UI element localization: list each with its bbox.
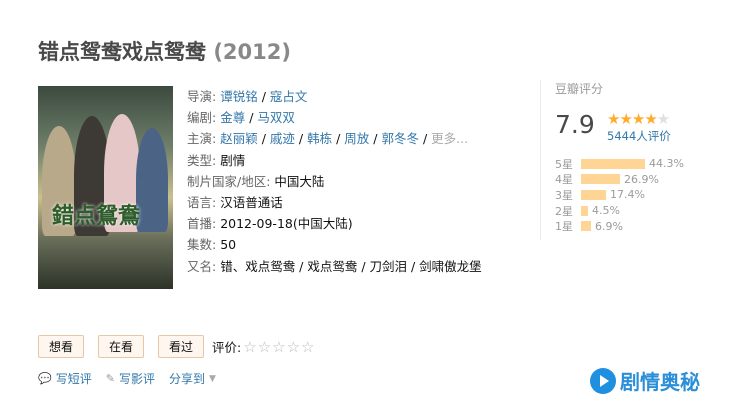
action-bar: 想看 在看 看过 评价: ☆☆☆☆☆	[38, 335, 316, 358]
want-to-watch-button[interactable]: 想看	[38, 335, 85, 358]
rating-panel: 豆瓣评分 7.9 ★★★★★ 5444人评价 5星 44.3% 4星 26.9%…	[540, 80, 715, 240]
dist-label: 2星	[555, 204, 573, 218]
rating-dist-row: 1星 6.9%	[555, 218, 684, 234]
writer-label: 编剧:	[187, 110, 217, 126]
dist-bar	[581, 221, 591, 232]
episodes-label: 集数:	[187, 237, 217, 253]
director-link[interactable]: 寇占文	[270, 89, 308, 104]
cast-link[interactable]: 郭冬冬	[381, 131, 419, 146]
dist-percent: 17.4%	[610, 188, 645, 202]
star-icon: ★★★★	[607, 110, 658, 128]
share-dropdown[interactable]: 分享到 ▼	[169, 370, 216, 387]
rating-dist-row: 5星 44.3%	[555, 156, 684, 172]
link-bar: 💬 写短评 ✎ 写影评 分享到 ▼	[38, 370, 230, 387]
genre-label: 类型:	[187, 152, 217, 168]
write-short-review-link[interactable]: 💬 写短评	[38, 370, 92, 387]
country-value: 中国大陆	[274, 173, 325, 189]
premiere-value: 2012-09-18(中国大陆)	[220, 216, 353, 232]
rating-dist-row: 2星 4.5%	[555, 203, 684, 219]
dist-bar	[581, 205, 588, 216]
info-panel: 导演: 谭锐铭 / 寇占文 编剧: 金尊 / 马双双 主演: 赵丽颖 / 戚迹 …	[187, 86, 482, 277]
writer-link[interactable]: 金尊	[220, 110, 245, 125]
country-label: 制片国家/地区:	[187, 173, 271, 189]
watermark-text: 剧情奥秘	[620, 370, 700, 394]
dist-label: 5星	[555, 157, 573, 171]
cast-link[interactable]: 周放	[344, 131, 369, 146]
cast-link[interactable]: 戚迹	[270, 131, 295, 146]
short-review-label: 写短评	[55, 372, 92, 386]
dist-bar	[581, 189, 606, 200]
cast-link[interactable]: 韩栋	[307, 131, 332, 146]
watermark-logo: 剧情奥秘	[590, 366, 700, 395]
evaluate-label: 评价:	[212, 340, 242, 355]
premiere-label: 首播:	[187, 216, 217, 232]
page-title: 错点鸳鸯戏点鸳鸯 (2012)	[38, 36, 291, 66]
evaluate-stars[interactable]: ☆☆☆☆☆	[243, 338, 315, 356]
rating-header: 豆瓣评分	[555, 82, 604, 96]
language-value: 汉语普通话	[220, 195, 283, 211]
aka-value: 错、戏点鸳鸯 / 戏点鸳鸯 / 刀剑泪 / 剑啸傲龙堡	[220, 258, 482, 274]
aka-label: 又名:	[187, 258, 217, 274]
country-row: 制片国家/地区: 中国大陆	[187, 171, 482, 192]
dist-label: 1星	[555, 220, 573, 234]
episodes-value: 50	[220, 237, 237, 253]
cast-link[interactable]: 赵丽颖	[220, 131, 258, 146]
dist-percent: 4.5%	[592, 204, 620, 218]
rating-dist-row: 4星 26.9%	[555, 172, 684, 188]
play-logo-icon	[590, 367, 616, 394]
dist-label: 3星	[555, 188, 573, 202]
writer-row: 编剧: 金尊 / 马双双	[187, 110, 295, 126]
rating-count: 5444人评价	[607, 128, 671, 144]
chevron-down-icon: ▼	[208, 373, 216, 384]
aka-row: 又名: 错、戏点鸳鸯 / 戏点鸳鸯 / 刀剑泪 / 剑啸傲龙堡	[187, 256, 482, 277]
language-label: 语言:	[187, 195, 217, 211]
cast-row: 主演: 赵丽颖 / 戚迹 / 韩栋 / 周放 / 郭冬冬 / 更多...	[187, 131, 469, 147]
rating-stars: ★★★★★	[607, 110, 670, 128]
dist-percent: 26.9%	[624, 172, 659, 186]
watched-button[interactable]: 看过	[158, 335, 205, 358]
more-cast-link[interactable]: 更多...	[431, 131, 468, 146]
writer-link[interactable]: 马双双	[257, 110, 295, 125]
language-row: 语言: 汉语普通话	[187, 192, 482, 213]
episodes-row: 集数: 50	[187, 234, 482, 255]
dist-label: 4星	[555, 173, 573, 187]
rating-dist-row: 3星 17.4%	[555, 187, 684, 203]
genre-value: 剧情	[220, 152, 246, 168]
watching-button[interactable]: 在看	[98, 335, 145, 358]
pencil-icon: ✎	[105, 372, 115, 385]
dist-bar	[581, 174, 620, 185]
genre-row: 类型: 剧情	[187, 150, 482, 171]
write-review-link[interactable]: ✎ 写影评	[106, 370, 155, 387]
dist-percent: 44.3%	[649, 157, 684, 171]
star-empty-icon: ★	[656, 110, 670, 128]
share-label: 分享到	[168, 372, 205, 386]
director-link[interactable]: 谭锐铭	[220, 89, 258, 104]
director-label: 导演:	[187, 89, 217, 104]
rating-count-link[interactable]: 5444人评价	[607, 129, 671, 143]
rating-score: 7.9	[555, 110, 595, 139]
director-row: 导演: 谭锐铭 / 寇占文	[187, 89, 308, 104]
comment-icon: 💬	[38, 372, 52, 385]
title-year: (2012)	[213, 40, 291, 64]
dist-percent: 6.9%	[595, 219, 623, 233]
poster-image[interactable]: 錯点鴛鴦	[38, 86, 173, 289]
dist-bar	[581, 158, 645, 169]
poster-logo: 錯点鴛鴦	[52, 203, 141, 229]
title-text: 错点鸳鸯戏点鸳鸯	[38, 40, 206, 64]
rating-distribution: 5星 44.3% 4星 26.9% 3星 17.4% 2星 4.5% 1星 6.…	[555, 156, 684, 234]
cast-label: 主演:	[187, 131, 217, 147]
premiere-row: 首播: 2012-09-18(中国大陆)	[187, 213, 482, 234]
review-label: 写影评	[118, 372, 155, 386]
